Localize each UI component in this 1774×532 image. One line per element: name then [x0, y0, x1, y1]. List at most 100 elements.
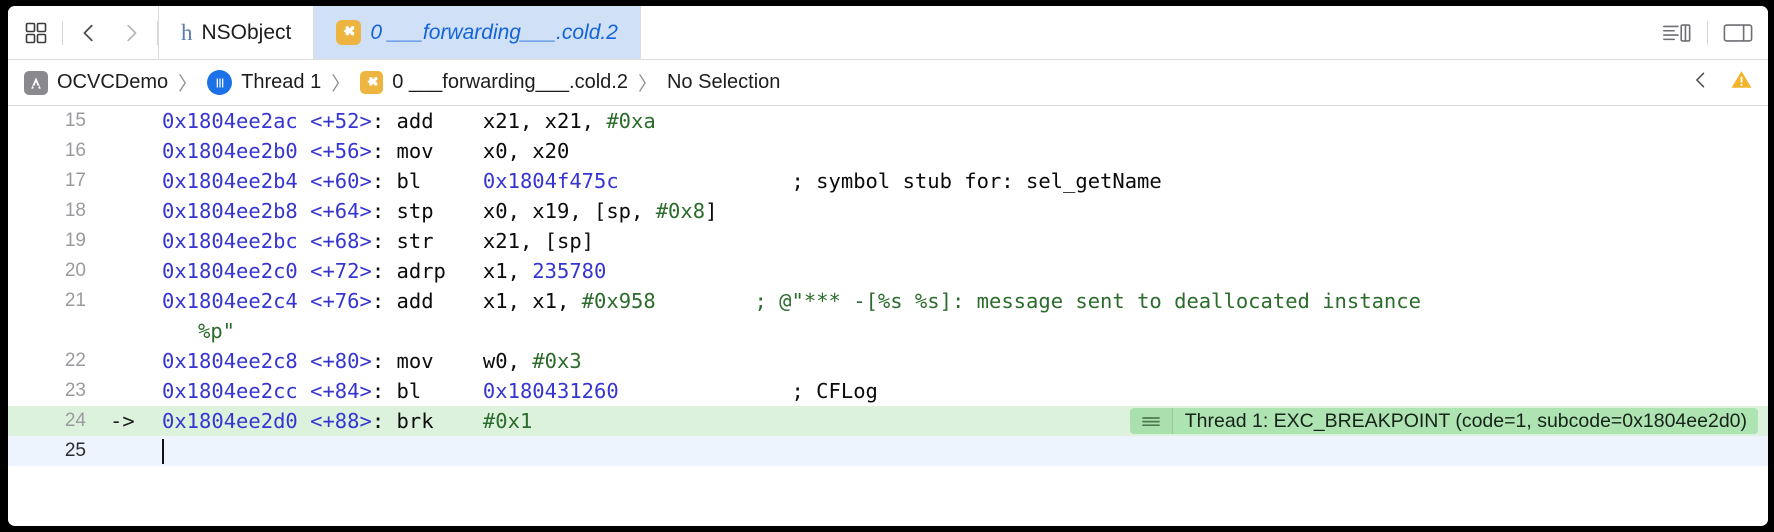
instruction-address: 0x1804ee2d0	[162, 409, 298, 433]
comment-wrap: %p"	[198, 319, 236, 343]
inspector-toggle-icon[interactable]	[1722, 17, 1754, 49]
comment: ; @"*** -[%s %s]: message sent to deallo…	[754, 289, 1421, 313]
line-number: 19	[64, 230, 86, 251]
immediate: #0x3	[532, 349, 582, 373]
line-number: 22	[64, 350, 86, 371]
instruction-address: 0x1804ee2b0	[162, 139, 298, 163]
operands: w0,	[482, 349, 533, 373]
editor-options-icon[interactable]	[1661, 17, 1693, 49]
immediate: #0xa	[606, 109, 656, 133]
grid-icon[interactable]	[20, 17, 52, 49]
tab-forwarding-cold[interactable]: 0 ___forwarding___.cold.2	[314, 6, 641, 59]
header-file-icon: h	[181, 20, 193, 45]
code-line-current[interactable]: 24 -> 0x1804ee2d0 <+88>: brk #0x1 Thread…	[8, 406, 1768, 436]
pad	[434, 289, 483, 313]
thread-icon	[207, 70, 233, 95]
operands: x21, [sp]	[482, 229, 595, 253]
disassembly-editor[interactable]: 15 0x1804ee2ac <+52>: add x21, x21, #0xa…	[8, 106, 1768, 524]
mnemonic: bl	[396, 379, 422, 403]
pad	[434, 409, 483, 433]
instruction-offset: <+64>	[310, 199, 372, 223]
code-text: 0x1804ee2c0 <+72>: adrp x1, 235780	[162, 256, 1768, 286]
code-line[interactable]: 23 0x1804ee2cc <+84>: bl 0x180431260 ; C…	[8, 376, 1768, 406]
instruction-address: 0x1804ee2ac	[162, 109, 298, 133]
breadcrumb-item-thread[interactable]: Thread 1	[207, 70, 321, 95]
branch-target[interactable]: 0x180431260	[483, 379, 619, 403]
code-line[interactable]: 21 0x1804ee2c4 <+76>: add x1, x1, #0x958…	[8, 286, 1768, 346]
code-line[interactable]: 15 0x1804ee2ac <+52>: add x21, x21, #0xa	[8, 106, 1768, 136]
code-text: 0x1804ee2b0 <+56>: mov x0, x20	[162, 136, 1768, 166]
operand-reference[interactable]: 235780	[532, 259, 606, 283]
mnemonic: add	[396, 289, 434, 313]
pad	[434, 349, 483, 373]
tab-nsobject[interactable]: h NSObject	[158, 6, 315, 59]
xcode-window: h NSObject 0 ___forwarding___.cold.2 OCV…	[0, 0, 1774, 532]
breadcrumb: OCVCDemo 〉 Thread 1 〉 0 ___forwarding___…	[8, 60, 1768, 106]
code-line[interactable]: 16 0x1804ee2b0 <+56>: mov x0, x20	[8, 136, 1768, 166]
line-number: 21	[64, 290, 86, 311]
code-line[interactable]: 18 0x1804ee2b8 <+64>: stp x0, x19, [sp, …	[8, 196, 1768, 226]
code-line-empty[interactable]: 25	[8, 436, 1768, 466]
line-number: 16	[64, 140, 86, 161]
code-text: 0x1804ee2b8 <+64>: stp x0, x19, [sp, #0x…	[162, 196, 1768, 226]
colon: :	[371, 349, 397, 373]
tab-bar-right-controls	[1661, 6, 1768, 59]
breadcrumb-item-selection[interactable]: No Selection	[667, 71, 780, 94]
line-number: 25	[64, 440, 86, 461]
breadcrumb-label: OCVCDemo	[57, 71, 169, 93]
window-frame: h NSObject 0 ___forwarding___.cold.2 OCV…	[8, 6, 1768, 526]
mnemonic: mov	[396, 139, 434, 163]
instruction-offset: <+88>	[310, 409, 372, 433]
status-badge[interactable]: Thread 1: EXC_BREAKPOINT (code=1, subcod…	[1129, 408, 1758, 434]
comment: ; CFLog	[791, 379, 878, 403]
immediate: #0x958	[581, 289, 656, 313]
puzzle-icon	[360, 71, 384, 94]
line-number: 23	[64, 380, 86, 401]
branch-target[interactable]: 0x1804f475c	[483, 169, 619, 193]
breadcrumb-item-project[interactable]: OCVCDemo	[24, 70, 169, 95]
line-number: 24	[64, 410, 86, 431]
hamburger-icon[interactable]	[1129, 408, 1172, 434]
chevron-left-icon[interactable]	[73, 17, 105, 49]
operands: x0, x19, [sp,	[482, 199, 656, 223]
chevron-right-icon[interactable]	[115, 17, 147, 49]
code-line[interactable]: 19 0x1804ee2bc <+68>: str x21, [sp]	[8, 226, 1768, 256]
pad	[434, 109, 483, 133]
line-number: 18	[64, 200, 86, 221]
pad	[446, 259, 483, 283]
line-number: 15	[64, 110, 86, 131]
colon: :	[371, 409, 397, 433]
code-line[interactable]: 20 0x1804ee2c0 <+72>: adrp x1, 235780	[8, 256, 1768, 286]
operands: x1, x1,	[482, 289, 582, 313]
code-line[interactable]: 17 0x1804ee2b4 <+60>: bl 0x1804f475c ; s…	[8, 166, 1768, 196]
chevron-left-icon[interactable]	[1691, 69, 1711, 97]
app-icon	[24, 70, 48, 95]
warning-triangle-icon[interactable]	[1729, 68, 1754, 97]
code-line[interactable]: 22 0x1804ee2c8 <+80>: mov w0, #0x3	[8, 346, 1768, 376]
code-text: 0x1804ee2ac <+52>: add x21, x21, #0xa	[162, 106, 1768, 136]
mnemonic: adrp	[396, 259, 446, 283]
instruction-offset: <+60>	[310, 169, 372, 193]
colon: :	[371, 379, 397, 403]
code-text: 0x1804ee2b4 <+60>: bl 0x1804f475c ; symb…	[162, 166, 1768, 196]
operands: x0, x20	[482, 139, 570, 163]
operands: x21, x21,	[482, 109, 607, 133]
breadcrumb-item-frame[interactable]: 0 ___forwarding___.cold.2	[360, 71, 628, 94]
mnemonic: str	[396, 229, 434, 253]
pad	[421, 169, 483, 193]
divider	[1707, 20, 1708, 45]
code-text: 0x1804ee2c4 <+76>: add x1, x1, #0x958 ; …	[162, 286, 1768, 346]
breadcrumb-label: Thread 1	[241, 71, 322, 93]
instruction-address: 0x1804ee2c0	[162, 259, 298, 283]
colon: :	[371, 289, 397, 313]
instruction-offset: <+56>	[310, 139, 372, 163]
mnemonic: bl	[396, 169, 422, 193]
